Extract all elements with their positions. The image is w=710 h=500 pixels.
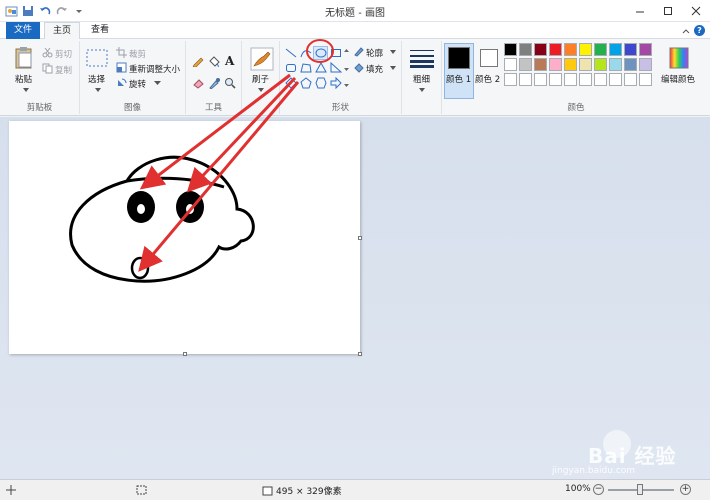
- watermark-text: Bai 经验: [588, 444, 677, 468]
- canvas-size-status: 495 × 329像素: [262, 484, 342, 497]
- selection-size-icon: [136, 485, 147, 495]
- zoom-level: 100%: [565, 484, 591, 494]
- zoom-in-button[interactable]: +: [680, 484, 691, 495]
- watermark-url: jingyan.baidu.com: [552, 466, 636, 476]
- cursor-position-icon: [6, 485, 16, 495]
- highlight-circle: [306, 39, 334, 63]
- annotation-arrow-mouth: [138, 81, 300, 272]
- status-bar: 495 × 329像素 100% − +: [0, 479, 710, 500]
- canvas-size-text: 495 × 329像素: [276, 487, 342, 497]
- canvas-size-icon: [262, 486, 273, 495]
- zoom-out-button[interactable]: −: [593, 484, 604, 495]
- zoom-slider-thumb[interactable]: [637, 484, 643, 495]
- annotation-arrow-right-eye: [186, 76, 297, 193]
- annotation-arrow-left-eye: [139, 73, 291, 190]
